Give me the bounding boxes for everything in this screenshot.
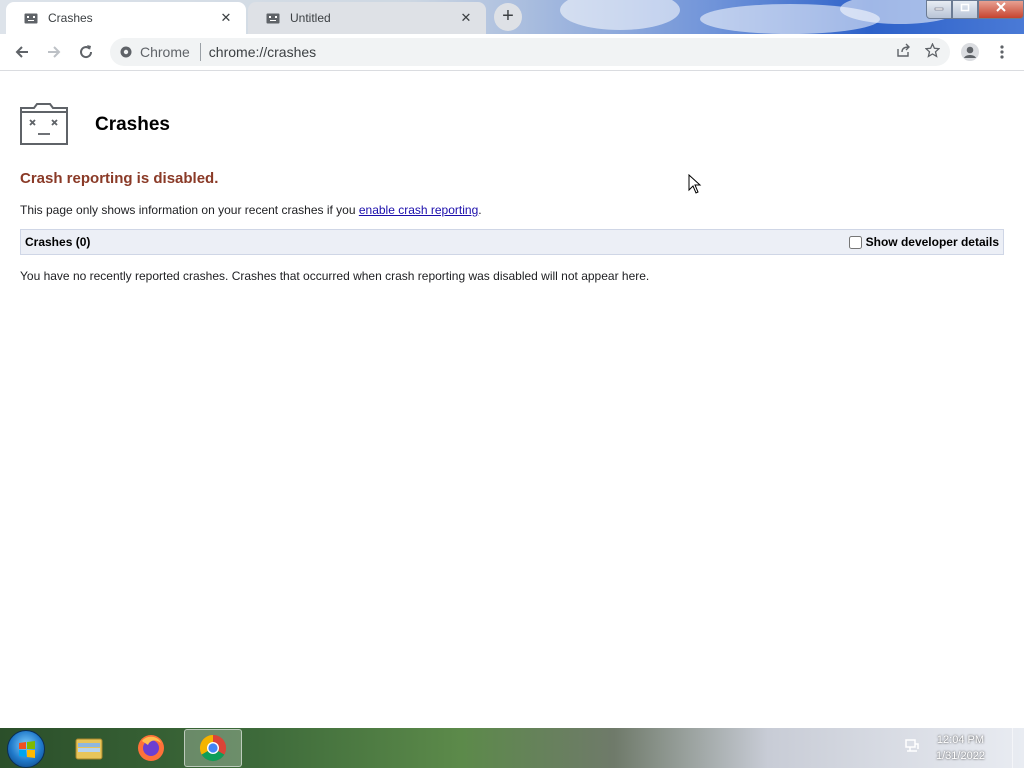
- sad-folder-icon: [24, 12, 38, 24]
- bookmark-star-icon[interactable]: [924, 42, 941, 61]
- tab-strip: Crashes ✕ Untitled ✕ +: [0, 0, 1024, 34]
- minimize-icon: [934, 7, 944, 11]
- network-icon[interactable]: [904, 738, 920, 759]
- reload-button[interactable]: [72, 38, 100, 66]
- browser-toolbar: Chrome chrome://crashes: [0, 34, 1024, 71]
- info-prefix: This page only shows information on your…: [20, 203, 359, 217]
- share-icon[interactable]: [896, 43, 911, 61]
- folder-icon: [75, 738, 103, 760]
- back-button[interactable]: [8, 38, 36, 66]
- close-tab-icon[interactable]: ✕: [458, 10, 474, 26]
- firefox-icon: [138, 735, 164, 761]
- profile-button[interactable]: [956, 38, 984, 66]
- page-title: Crashes: [95, 114, 170, 135]
- sad-folder-icon: [20, 103, 68, 150]
- sad-folder-icon: [266, 12, 280, 24]
- omnibox-separator: [199, 43, 201, 61]
- avatar-icon: [961, 43, 979, 61]
- wallpaper-cloud: [560, 0, 680, 30]
- close-tab-icon[interactable]: ✕: [218, 10, 234, 26]
- minimize-button[interactable]: [926, 0, 952, 19]
- show-developer-details-checkbox[interactable]: [848, 235, 862, 249]
- kebab-menu-icon: [1000, 45, 1004, 59]
- tab-untitled[interactable]: Untitled ✕: [248, 2, 486, 34]
- chrome-icon: [120, 46, 132, 58]
- close-window-button[interactable]: [978, 0, 1024, 19]
- site-name: Chrome: [140, 44, 190, 60]
- info-text: This page only shows information on your…: [20, 203, 482, 217]
- crash-list-header: Crashes (0) Show developer details: [20, 229, 1004, 255]
- enable-crash-reporting-link[interactable]: enable crash reporting: [359, 203, 478, 217]
- tab-title: Crashes: [48, 11, 93, 25]
- clock-date: 1/31/2022: [936, 750, 985, 762]
- url-text[interactable]: chrome://crashes: [209, 44, 316, 60]
- address-bar[interactable]: Chrome chrome://crashes: [110, 38, 950, 66]
- mouse-cursor-icon: [688, 173, 702, 199]
- no-crashes-message: You have no recently reported crashes. C…: [20, 269, 650, 283]
- close-icon: [996, 2, 1006, 12]
- restore-icon: [960, 3, 970, 12]
- reload-icon: [80, 45, 93, 59]
- tab-title: Untitled: [290, 11, 331, 25]
- show-desktop-button[interactable]: [1012, 728, 1024, 768]
- forward-arrow-icon: [48, 46, 61, 58]
- show-developer-details-toggle[interactable]: Show developer details: [848, 235, 999, 249]
- windows-taskbar: 12:04 PM 1/31/2022: [0, 728, 1024, 768]
- new-tab-button[interactable]: +: [494, 3, 522, 31]
- window-controls: [926, 0, 1024, 20]
- menu-button[interactable]: [988, 38, 1016, 66]
- restore-button[interactable]: [952, 0, 978, 19]
- system-tray: 12:04 PM 1/31/2022: [904, 728, 1024, 768]
- taskbar-clock[interactable]: 12:04 PM 1/31/2022: [936, 732, 985, 764]
- back-arrow-icon: [15, 46, 28, 58]
- info-suffix: .: [478, 203, 482, 217]
- crash-reporting-disabled-warning: Crash reporting is disabled.: [20, 170, 219, 187]
- forward-button[interactable]: [40, 38, 68, 66]
- taskbar-file-explorer[interactable]: [60, 729, 118, 767]
- start-button[interactable]: [7, 730, 45, 768]
- page-content: Crashes Crash reporting is disabled. Thi…: [0, 72, 1024, 728]
- chrome-icon: [199, 734, 227, 762]
- crash-count: Crashes (0): [25, 235, 91, 249]
- taskbar-firefox[interactable]: [122, 729, 180, 767]
- windows-logo-icon: [19, 741, 35, 758]
- tab-crashes[interactable]: Crashes ✕: [6, 2, 246, 34]
- show-developer-details-label: Show developer details: [865, 235, 999, 249]
- taskbar-chrome[interactable]: [184, 729, 242, 767]
- clock-time: 12:04 PM: [936, 734, 985, 746]
